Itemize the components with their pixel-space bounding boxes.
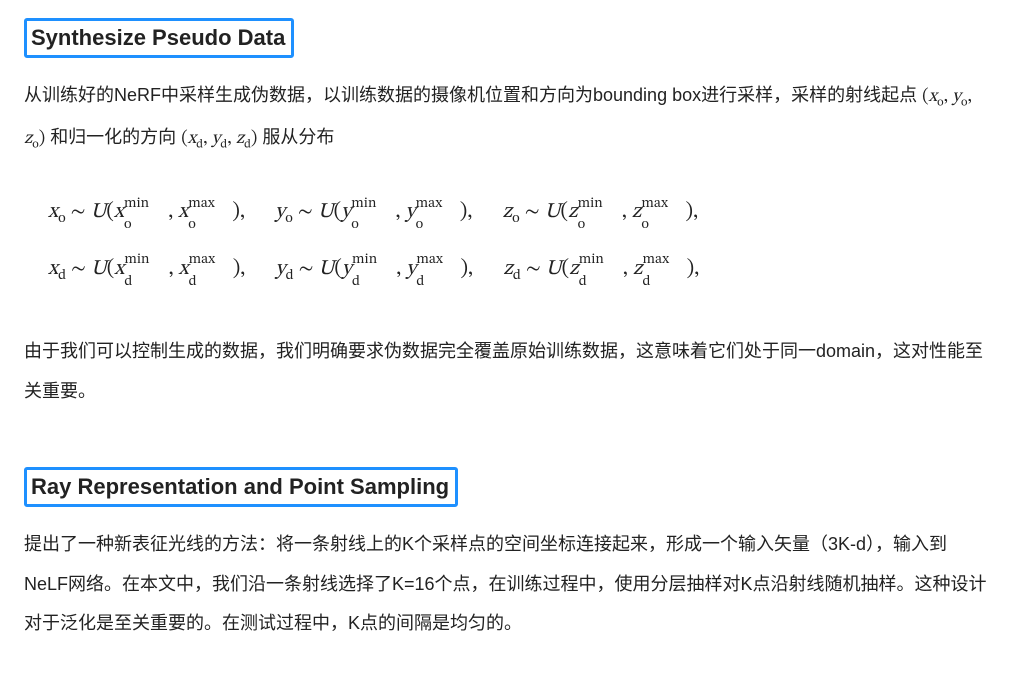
rayrep-para-1: 提出了一种新表征光线的方法：将一条射线上的K个采样点的空间坐标连接起来，形成一个… (24, 525, 991, 644)
text-segment: 服从分布 (262, 127, 334, 147)
synth-para-2: 由于我们可以控制生成的数据，我们明确要求伪数据完全覆盖原始训练数据，这意味着它们… (24, 332, 991, 411)
formula-line-origin: xo ∼ U(xmino, xmaxo), yo ∼ U(ymino, ymax… (48, 187, 991, 237)
section-heading-synthesize: Synthesize Pseudo Data (24, 18, 294, 58)
formula-line-direction: xd ∼ U(xmind, xmaxd), yd ∼ U(ymind, ymax… (48, 244, 991, 294)
text-segment: 和归一化的方向 (50, 127, 181, 147)
text-segment: 从训练好的NeRF中采样生成伪数据，以训练数据的摄像机位置和方向为boundin… (24, 85, 922, 105)
synth-para-1: 从训练好的NeRF中采样生成伪数据，以训练数据的摄像机位置和方向为boundin… (24, 76, 991, 159)
formula-uniform-distribution: xo ∼ U(xmino, xmaxo), yo ∼ U(ymino, ymax… (24, 179, 991, 308)
inline-formula-direction: (xd, yd, zd) (181, 130, 257, 148)
section-heading-ray-representation: Ray Representation and Point Sampling (24, 467, 458, 507)
